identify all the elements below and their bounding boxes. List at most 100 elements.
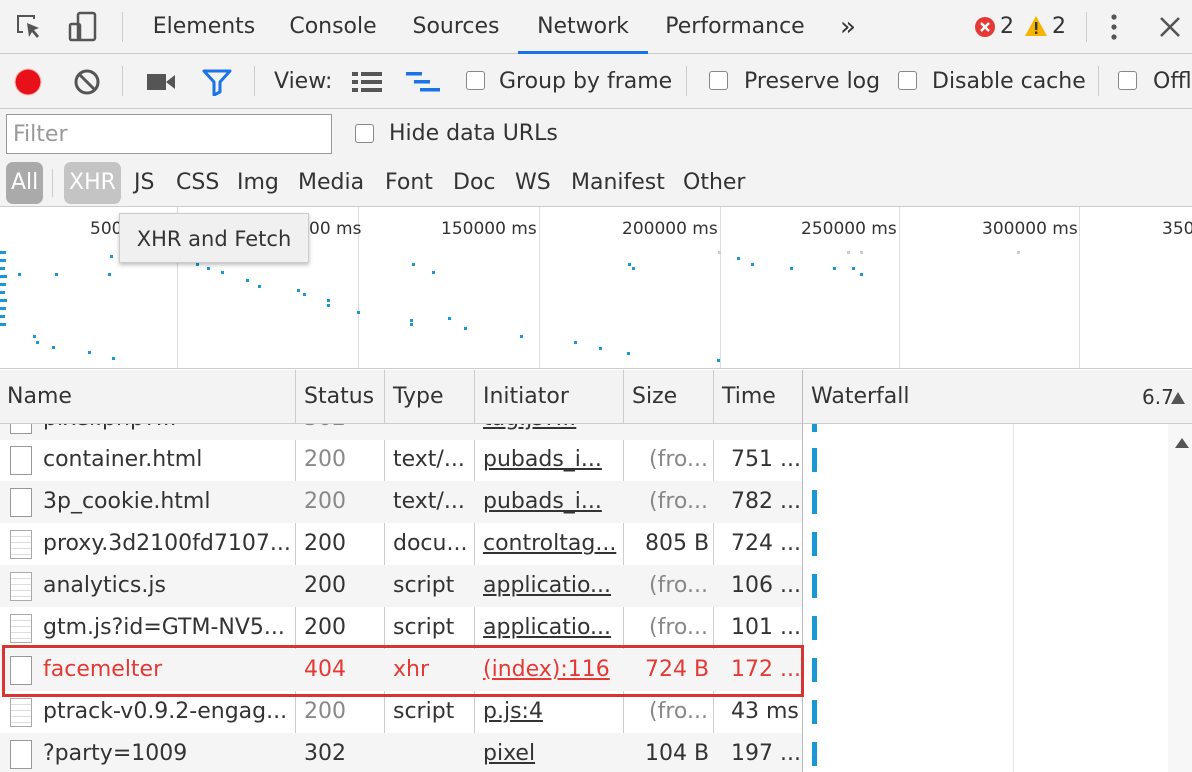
group-by-frame-label[interactable]: Group by frame [499, 54, 672, 109]
tab-network[interactable]: Network [518, 0, 648, 54]
request-initiator[interactable]: pixel [483, 733, 619, 772]
table-row[interactable]: container.html 200 text/... pubads_i... … [0, 439, 802, 481]
hide-data-urls-label[interactable]: Hide data URLs [389, 109, 558, 159]
request-name: ?party=1009 [43, 741, 188, 766]
request-initiator[interactable]: pubads_i... [483, 439, 619, 481]
table-row[interactable]: proxy.3d2100fd7107... 200 docu... contro… [0, 523, 802, 565]
table-row[interactable]: analytics.js 200 script applicatio... (f… [0, 565, 802, 607]
request-size: (fro... [649, 615, 708, 640]
resource-type-filter-bar: All XHR JS CSS Img Media Font Doc WS Man… [0, 159, 1192, 207]
request-initiator[interactable]: p.js:4 [483, 691, 619, 733]
request-time: 724 ... [731, 531, 801, 556]
type-filter-manifest[interactable]: Manifest [571, 162, 665, 204]
request-time: 43 ms [731, 699, 799, 724]
type-filter-doc[interactable]: Doc [453, 162, 496, 204]
request-name: container.html [43, 447, 203, 472]
request-initiator[interactable]: pubads_i... [483, 481, 619, 523]
type-filter-img[interactable]: Img [237, 162, 279, 204]
column-header-waterfall[interactable]: Waterfall [804, 370, 909, 424]
request-name: 3p_cookie.html [43, 489, 211, 514]
request-initiator[interactable]: tag.js?... [483, 424, 619, 440]
waterfall-bar [812, 448, 817, 472]
waterfall-view-icon[interactable] [406, 71, 442, 99]
request-time: 101 ... [731, 615, 801, 640]
column-header-initiator[interactable]: Initiator [476, 370, 569, 424]
record-icon[interactable] [14, 68, 42, 100]
offline-checkbox[interactable] [1118, 71, 1137, 90]
request-status: 200 [304, 615, 346, 640]
inspect-element-icon[interactable] [14, 12, 46, 48]
waterfall-bar [812, 658, 817, 682]
table-row-error[interactable]: facemelter 404 xhr (index):116 724 B 172… [0, 649, 802, 691]
sort-triangle-icon[interactable] [1170, 390, 1186, 409]
type-filter-all[interactable]: All [6, 162, 44, 204]
disable-cache-label[interactable]: Disable cache [932, 54, 1086, 109]
file-icon [10, 446, 32, 475]
table-row[interactable]: 3p_cookie.html 200 text/... pubads_i... … [0, 481, 802, 523]
request-type: xhr [393, 657, 430, 682]
table-row[interactable]: ptrack-v0.9.2-engag... 200 script p.js:4… [0, 691, 802, 733]
request-type [393, 733, 471, 772]
request-status: 200 [304, 447, 346, 472]
request-initiator[interactable]: applicatio... [483, 565, 619, 607]
warning-icon[interactable] [1024, 15, 1048, 41]
warning-count[interactable]: 2 [1052, 14, 1066, 40]
device-toolbar-icon[interactable] [66, 10, 102, 48]
preserve-log-label[interactable]: Preserve log [744, 54, 880, 109]
hide-data-urls-checkbox[interactable] [355, 124, 374, 143]
request-size: (fro... [649, 447, 708, 472]
error-count[interactable]: 2 [1000, 14, 1014, 40]
request-size: 104 B [645, 741, 710, 766]
filter-icon[interactable] [202, 68, 232, 100]
preserve-log-checkbox[interactable] [709, 71, 728, 90]
table-row[interactable]: pixel.php?... 302 tag.js?... [0, 424, 802, 440]
column-header-type[interactable]: Type [386, 370, 444, 424]
table-row[interactable]: gtm.js?id=GTM-NV5... 200 script applicat… [0, 607, 802, 649]
type-filter-other[interactable]: Other [683, 162, 745, 204]
request-size: (fro... [649, 699, 708, 724]
video-camera-icon[interactable] [146, 72, 176, 96]
file-icon [10, 656, 32, 685]
more-tabs-button[interactable]: » [830, 0, 866, 54]
request-status: 200 [304, 573, 346, 598]
error-icon[interactable] [974, 16, 996, 42]
request-type: script [393, 573, 455, 598]
request-name: analytics.js [43, 573, 166, 598]
disable-cache-checkbox[interactable] [898, 71, 917, 90]
type-filter-font[interactable]: Font [385, 162, 433, 204]
request-size: (fro... [649, 489, 708, 514]
request-initiator[interactable]: controltag... [483, 523, 619, 565]
network-toolbar: View: Group by frame Preserve log Disabl… [0, 54, 1192, 109]
request-time: 197 ... [731, 741, 801, 766]
column-header-time[interactable]: Time [715, 370, 776, 424]
tab-elements[interactable]: Elements [146, 0, 262, 54]
group-by-frame-checkbox[interactable] [466, 71, 485, 90]
column-header-size[interactable]: Size [625, 370, 677, 424]
close-icon[interactable] [1158, 15, 1182, 43]
request-initiator[interactable]: applicatio... [483, 607, 619, 649]
large-rows-icon[interactable] [352, 71, 382, 97]
filter-input[interactable] [6, 114, 332, 154]
column-header-name[interactable]: Name [0, 370, 72, 424]
type-filter-xhr[interactable]: XHR [64, 162, 121, 204]
clear-icon[interactable] [73, 68, 101, 100]
type-filter-media[interactable]: Media [298, 162, 364, 204]
offline-label[interactable]: Offl [1153, 54, 1192, 109]
tab-performance[interactable]: Performance [658, 0, 812, 54]
type-filter-ws[interactable]: WS [515, 162, 551, 204]
request-initiator[interactable]: (index):116 [483, 649, 619, 691]
tab-sources[interactable]: Sources [404, 0, 508, 54]
request-status: 200 [304, 489, 346, 514]
waterfall-scale-label: 6.7 [1142, 385, 1174, 409]
request-time: 782 ... [731, 489, 801, 514]
type-filter-js[interactable]: JS [134, 162, 154, 204]
request-type: script [393, 699, 455, 724]
table-row[interactable]: ?party=1009 302 pixel 104 B 197 ... [0, 733, 802, 772]
requests-table-body: pixel.php?... 302 tag.js?... container.h… [0, 424, 1192, 772]
tab-console[interactable]: Console [280, 0, 386, 54]
file-icon [10, 740, 32, 769]
request-name: proxy.3d2100fd7107... [43, 531, 291, 556]
column-header-status[interactable]: Status [297, 370, 374, 424]
type-filter-css[interactable]: CSS [176, 162, 219, 204]
kebab-menu-icon[interactable] [1106, 13, 1122, 45]
